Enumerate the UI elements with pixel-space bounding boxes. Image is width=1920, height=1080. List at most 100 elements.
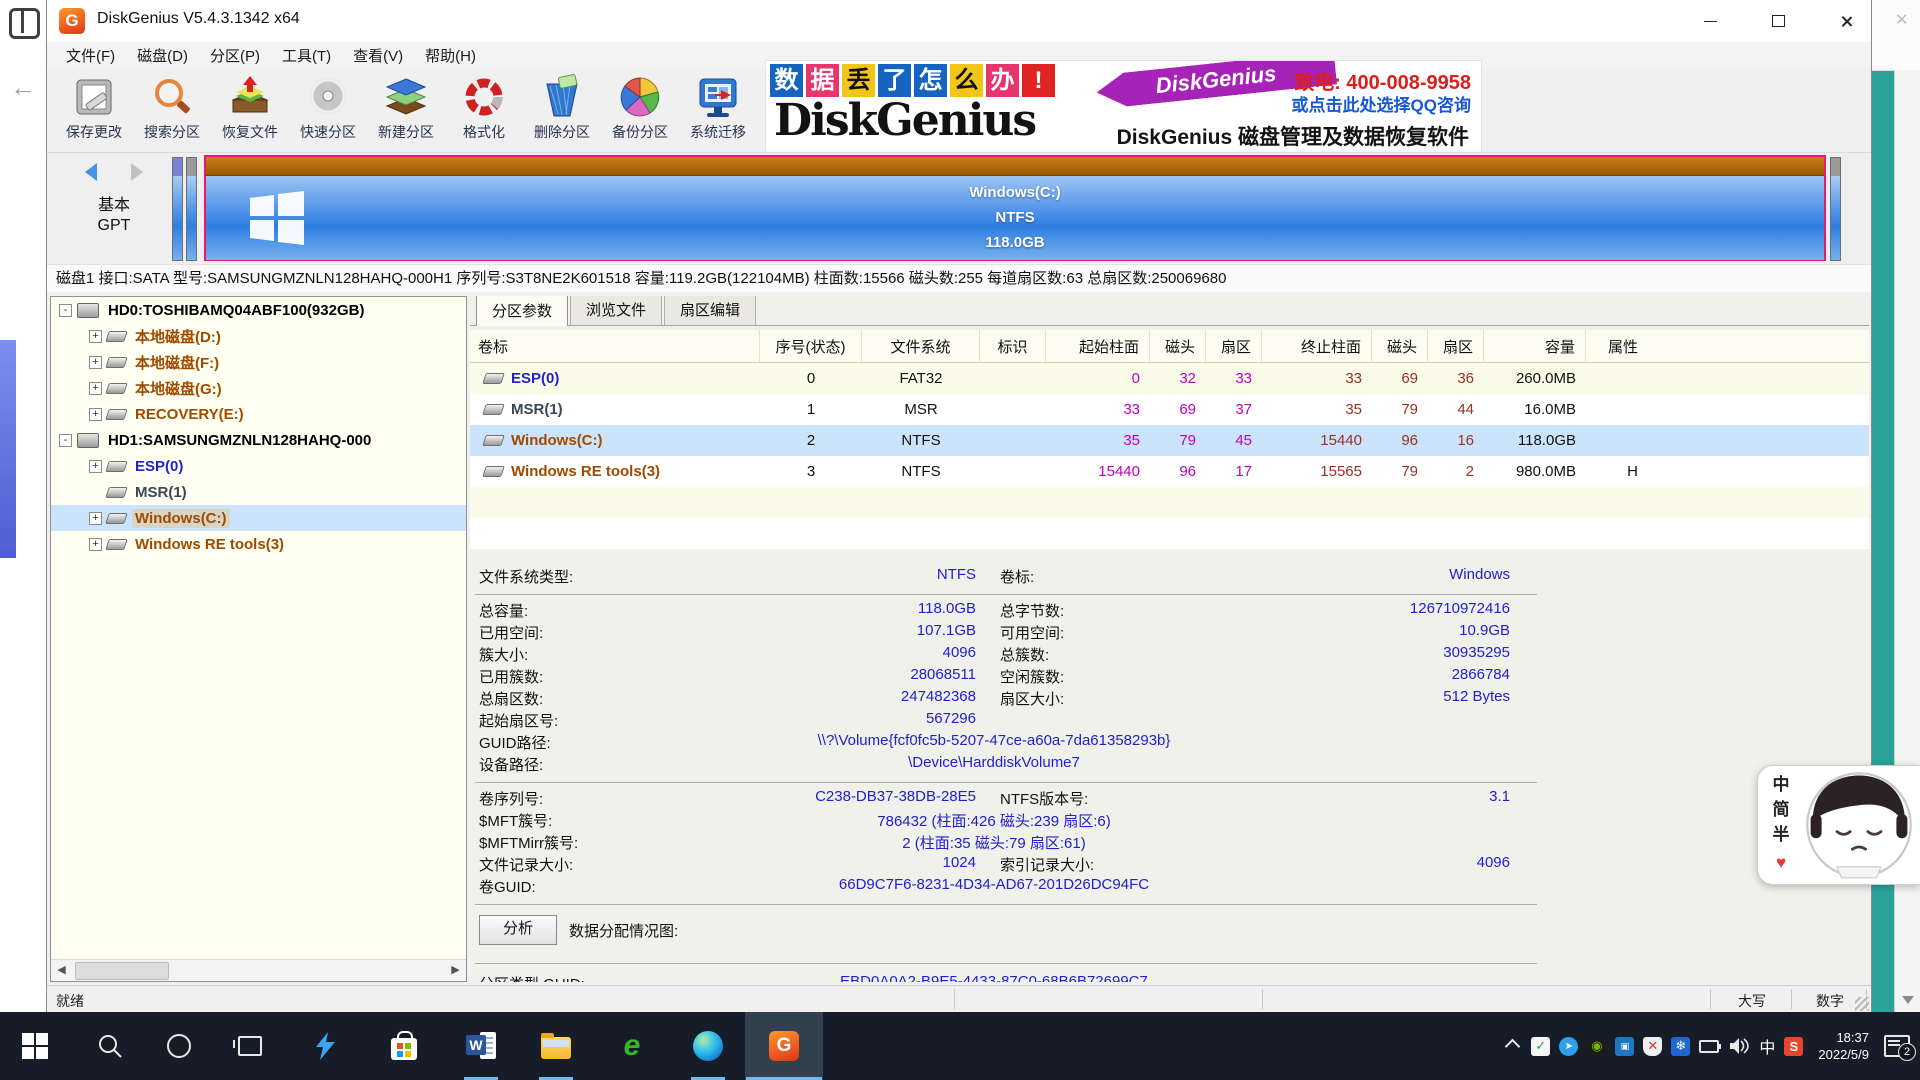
menu-item[interactable]: 工具(T): [271, 43, 342, 68]
tray-expand-icon[interactable]: [1505, 1038, 1521, 1054]
ime-tray-indicator[interactable]: 中: [1759, 1034, 1775, 1058]
expand-toggle-icon[interactable]: +: [89, 408, 102, 421]
partition-block-windows-c[interactable]: Windows(C:) NTFS 118.0GB: [204, 155, 1826, 261]
expand-toggle-icon[interactable]: +: [89, 460, 102, 473]
column-header[interactable]: 属性: [1586, 330, 1648, 362]
taskbar-clock[interactable]: 18:37 2022/5/9: [1818, 1029, 1869, 1063]
ime-status-char[interactable]: 半: [1770, 822, 1792, 847]
partition-block-re-tools[interactable]: [1830, 157, 1841, 261]
expand-toggle-icon[interactable]: +: [89, 382, 102, 395]
menu-item[interactable]: 帮助(H): [414, 43, 487, 68]
sogou-tray-icon[interactable]: S: [1784, 1037, 1803, 1056]
expand-toggle-icon[interactable]: -: [59, 434, 72, 447]
tree-item[interactable]: + RECOVERY(E:): [51, 401, 466, 427]
format-button[interactable]: 格式化: [445, 72, 523, 150]
scroll-right-icon[interactable]: ▶: [445, 960, 466, 980]
expand-toggle-icon[interactable]: +: [89, 330, 102, 343]
search-partition-button[interactable]: 搜索分区: [133, 72, 211, 150]
save-changes-button[interactable]: 保存更改: [55, 72, 133, 150]
tab[interactable]: 浏览文件: [570, 296, 662, 325]
telegram-tray-icon[interactable]: ➤: [1559, 1037, 1578, 1056]
battery-tray-icon[interactable]: [1699, 1040, 1719, 1053]
ime-status-char[interactable]: 中: [1770, 772, 1792, 797]
column-header[interactable]: 扇区: [1428, 330, 1484, 362]
analyze-button[interactable]: 分析: [479, 915, 557, 945]
tree-item[interactable]: + Windows(C:): [51, 505, 466, 531]
menu-item[interactable]: 查看(V): [342, 43, 414, 68]
tree-item[interactable]: + 本地磁盘(G:): [51, 375, 466, 401]
quick-partition-button[interactable]: 快速分区: [289, 72, 367, 150]
column-header[interactable]: 序号(状态): [760, 330, 862, 362]
column-header[interactable]: 磁头: [1372, 330, 1428, 362]
minimize-button[interactable]: [1679, 0, 1741, 42]
scrollbar-thumb[interactable]: [75, 962, 169, 980]
tree-horizontal-scrollbar[interactable]: ◀ ▶: [51, 959, 466, 981]
expand-toggle-icon[interactable]: -: [59, 304, 72, 317]
table-row[interactable]: MSR(1) 1 MSR 33 69 37 35 79 44 16.0MB: [470, 394, 1869, 425]
column-header[interactable]: 终止柱面: [1262, 330, 1372, 362]
column-header[interactable]: 容量: [1484, 330, 1586, 362]
close-button[interactable]: [1815, 0, 1877, 42]
ad-banner[interactable]: 数据丢了怎么办! DiskGenius DiskGenius 致电: 400-0…: [765, 60, 1482, 154]
column-header[interactable]: 扇区: [1206, 330, 1262, 362]
menu-item[interactable]: 分区(P): [199, 43, 271, 68]
tab[interactable]: 分区参数: [476, 296, 568, 326]
tree-item[interactable]: MSR(1): [51, 479, 466, 505]
column-header[interactable]: 磁头: [1150, 330, 1206, 362]
scroll-down-icon[interactable]: [1902, 996, 1914, 1004]
diskgenius-taskbar-button[interactable]: G: [745, 1012, 823, 1080]
ime-status-char[interactable]: 简: [1770, 797, 1792, 822]
table-row[interactable]: ESP(0) 0 FAT32 0 32 33 33 69 36 260.0MB: [470, 363, 1869, 394]
tree-item[interactable]: + Windows RE tools(3): [51, 531, 466, 557]
partition-block-msr[interactable]: [186, 157, 197, 261]
ime-floating-widget[interactable]: 中简半 ♥: [1757, 765, 1920, 885]
recover-files-button[interactable]: 恢复文件: [211, 72, 289, 150]
table-row[interactable]: Windows RE tools(3) 3 NTFS 15440 96 17 1…: [470, 456, 1869, 487]
tree-item[interactable]: - HD1:SAMSUNGMZNLN128HAHQ-000: [51, 427, 466, 453]
search-button[interactable]: [86, 1012, 134, 1080]
security-shield-tray-icon[interactable]: ✕: [1643, 1037, 1662, 1056]
cortana-button[interactable]: [155, 1012, 203, 1080]
banner-qq-link[interactable]: 或点击此处选择QQ咨询: [1292, 91, 1471, 116]
wechat-tray-icon[interactable]: ✓: [1531, 1037, 1550, 1056]
intel-graphics-tray-icon[interactable]: ▣: [1615, 1037, 1634, 1056]
expand-toggle-icon[interactable]: +: [89, 356, 102, 369]
table-row[interactable]: Windows(C:) 2 NTFS 35 79 45 15440 96 16 …: [470, 425, 1869, 456]
file-explorer-button[interactable]: [532, 1012, 580, 1080]
resize-grip[interactable]: [1855, 997, 1869, 1011]
expand-toggle-icon[interactable]: +: [89, 538, 102, 551]
system-migration-button[interactable]: 系统迁移: [679, 72, 757, 150]
ie-browser-button[interactable]: e: [608, 1012, 656, 1080]
tree-item[interactable]: - HD0:TOSHIBAMQ04ABF100(932GB): [51, 297, 466, 323]
tree-item[interactable]: + ESP(0): [51, 453, 466, 479]
nvidia-tray-icon[interactable]: ◉: [1587, 1037, 1606, 1056]
flash-app-button[interactable]: [302, 1012, 350, 1080]
snowflake-tray-icon[interactable]: ❄: [1671, 1037, 1690, 1056]
prev-disk-icon[interactable]: [85, 163, 97, 181]
partition-block-esp[interactable]: [172, 157, 183, 261]
volume-icon[interactable]: [1728, 1037, 1750, 1055]
menu-item[interactable]: 磁盘(D): [126, 43, 199, 68]
expand-toggle-icon[interactable]: +: [89, 512, 102, 525]
word-button[interactable]: W: [457, 1012, 505, 1080]
column-header[interactable]: 标识: [980, 330, 1046, 362]
edge-button[interactable]: [684, 1012, 732, 1080]
tree-item[interactable]: + 本地磁盘(D:): [51, 323, 466, 349]
start-button[interactable]: [11, 1012, 59, 1080]
next-disk-icon[interactable]: [131, 163, 143, 181]
column-header[interactable]: 文件系统: [862, 330, 980, 362]
maximize-button[interactable]: [1747, 0, 1809, 42]
backup-partition-button[interactable]: 备份分区: [601, 72, 679, 150]
store-button[interactable]: [380, 1012, 428, 1080]
column-header[interactable]: 起始柱面: [1046, 330, 1150, 362]
task-view-button[interactable]: [226, 1012, 274, 1080]
new-partition-button[interactable]: 新建分区: [367, 72, 445, 150]
scroll-left-icon[interactable]: ◀: [51, 960, 72, 980]
notification-center-icon[interactable]: 2: [1884, 1035, 1910, 1057]
tree-item[interactable]: + 本地磁盘(F:): [51, 349, 466, 375]
column-header[interactable]: 卷标: [470, 330, 760, 362]
heart-icon[interactable]: ♥: [1770, 850, 1792, 875]
tab[interactable]: 扇区编辑: [664, 296, 756, 325]
delete-partition-button[interactable]: 删除分区: [523, 72, 601, 150]
menu-item[interactable]: 文件(F): [55, 43, 126, 68]
